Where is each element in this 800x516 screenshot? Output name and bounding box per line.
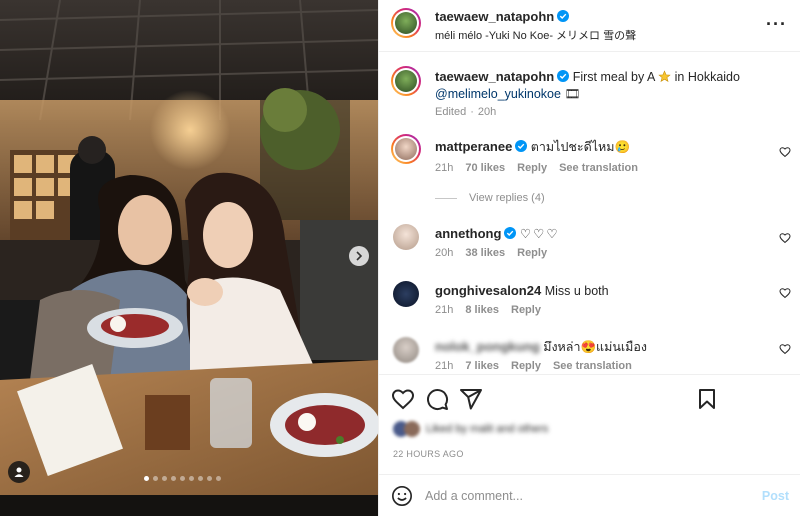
more-horizontal-icon: ··· — [766, 14, 787, 34]
avatar[interactable] — [393, 337, 419, 363]
avatar — [395, 138, 417, 160]
comment-item: nolok_pongkung มึงหล่า😍แม่นเมือง 21h 7 l… — [379, 335, 800, 375]
post-side-panel: taewaew_natapohn méli mélo -Yuki No Koe-… — [378, 0, 800, 516]
comment-text: ♡♡♡ — [519, 227, 560, 241]
heart-icon[interactable] — [779, 146, 791, 158]
comment-icon[interactable] — [425, 387, 449, 411]
carousel-dot — [153, 476, 158, 481]
caption-text: First meal by A — [572, 70, 655, 84]
verified-badge-icon — [557, 70, 570, 82]
comment-username[interactable]: nolok_pongkung — [435, 339, 540, 354]
comment-input[interactable] — [425, 487, 725, 505]
caption-edited: Edited — [435, 106, 467, 118]
post-actions: Liked by malit and others 22 HOURS AGO — [379, 374, 800, 474]
heart-icon[interactable] — [779, 287, 791, 299]
post-header: taewaew_natapohn méli mélo -Yuki No Koe-… — [379, 0, 800, 52]
tagged-users-button[interactable] — [8, 461, 30, 483]
comment-likes[interactable]: 8 likes — [465, 304, 499, 316]
like-heart-icon[interactable] — [391, 387, 415, 411]
comment-likes[interactable]: 7 likes — [465, 360, 499, 372]
caption-text-tail: in Hokkaido — [674, 70, 740, 84]
carousel-dot — [216, 476, 221, 481]
story-ring[interactable] — [391, 8, 421, 38]
restaurant-photo-image — [0, 0, 378, 516]
story-ring[interactable] — [391, 66, 421, 96]
carousel-dot — [198, 476, 203, 481]
header-username[interactable]: taewaew_natapohn — [435, 9, 554, 24]
comment-username[interactable]: gonghivesalon24 — [435, 283, 541, 298]
reply-button[interactable]: Reply — [517, 162, 547, 174]
carousel-dot — [180, 476, 185, 481]
carousel-dot — [144, 476, 149, 481]
reply-button[interactable]: Reply — [511, 360, 541, 372]
liked-by-text: Liked by malit and others — [426, 423, 549, 435]
heart-icon[interactable] — [779, 232, 791, 244]
add-comment-bar: Post — [379, 474, 800, 516]
comment-time[interactable]: 21h — [435, 162, 453, 174]
caption-username[interactable]: taewaew_natapohn — [435, 69, 554, 84]
comment-item: gonghivesalon24 Miss u both 21h 8 likes … — [379, 279, 800, 325]
avatar[interactable] — [393, 224, 419, 250]
heart-icon[interactable] — [779, 343, 791, 355]
carousel-dot — [171, 476, 176, 481]
comment-username[interactable]: annethong — [435, 226, 501, 241]
liked-by[interactable]: Liked by malit and others — [393, 421, 548, 437]
save-bookmark-icon[interactable] — [695, 387, 719, 411]
post-caption: taewaew_natapohn First meal by A in Hokk… — [379, 64, 800, 120]
comment-time[interactable]: 21h — [435, 304, 453, 316]
see-translation-button[interactable]: See translation — [559, 162, 638, 174]
chevron-right-icon — [356, 251, 363, 261]
verified-badge-icon — [557, 10, 570, 22]
carousel-dot — [189, 476, 194, 481]
star-icon — [658, 70, 671, 82]
comment-time[interactable]: 20h — [435, 247, 453, 259]
comment-text-tail: แม่นเมือง — [596, 340, 648, 354]
caption-time[interactable]: 20h — [478, 106, 496, 118]
comment-likes[interactable]: 38 likes — [465, 247, 505, 259]
instagram-post-modal: taewaew_natapohn méli mélo -Yuki No Koe-… — [0, 0, 800, 516]
comment-text: มึงหล่า — [543, 340, 581, 354]
emoji-icon[interactable] — [391, 485, 413, 507]
comment-username[interactable]: mattperanee — [435, 139, 512, 154]
post-button[interactable]: Post — [762, 489, 789, 503]
comment-likes[interactable]: 70 likes — [465, 162, 505, 174]
post-timestamp[interactable]: 22 HOURS AGO — [393, 449, 464, 459]
verified-badge-icon — [504, 227, 517, 239]
comment-time[interactable]: 21h — [435, 360, 453, 372]
comment-emoji: 🥲 — [614, 140, 631, 154]
carousel-dot — [162, 476, 167, 481]
avatar — [395, 70, 417, 92]
post-photo[interactable] — [0, 0, 378, 516]
carousel-dot — [207, 476, 212, 481]
comment-item: mattperanee ตามไปชะดีไหม🥲 21h 70 likes R… — [379, 134, 800, 218]
view-replies-button[interactable]: View replies (4) — [435, 192, 545, 204]
header-subtitle[interactable]: méli mélo -Yuki No Koe- メリメロ 雪の聲 — [435, 27, 636, 43]
comment-text: ตามไปชะดีไหม — [530, 140, 615, 154]
view-replies-label: View replies (4) — [469, 192, 545, 204]
see-translation-button[interactable]: See translation — [553, 360, 632, 372]
user-icon — [14, 467, 24, 477]
verified-badge-icon — [515, 140, 528, 152]
story-ring[interactable] — [391, 134, 421, 164]
more-options-button[interactable]: ··· — [766, 14, 787, 35]
reply-button[interactable]: Reply — [517, 247, 547, 259]
avatar — [395, 12, 417, 34]
share-send-icon[interactable] — [459, 387, 483, 411]
carousel-dots — [144, 476, 221, 481]
avatar[interactable] — [393, 281, 419, 307]
comment-text: Miss u both — [544, 284, 609, 298]
caption-mention-link[interactable]: @melimelo_yukinokoe — [435, 87, 561, 101]
next-photo-button[interactable] — [349, 246, 369, 266]
comment-emoji: 😍 — [580, 340, 597, 354]
film-emoji: 🎞 — [564, 87, 581, 101]
liked-by-avatars — [393, 421, 420, 437]
reply-button[interactable]: Reply — [511, 304, 541, 316]
comment-item: annethong ♡♡♡ 20h 38 likes Reply — [379, 222, 800, 268]
